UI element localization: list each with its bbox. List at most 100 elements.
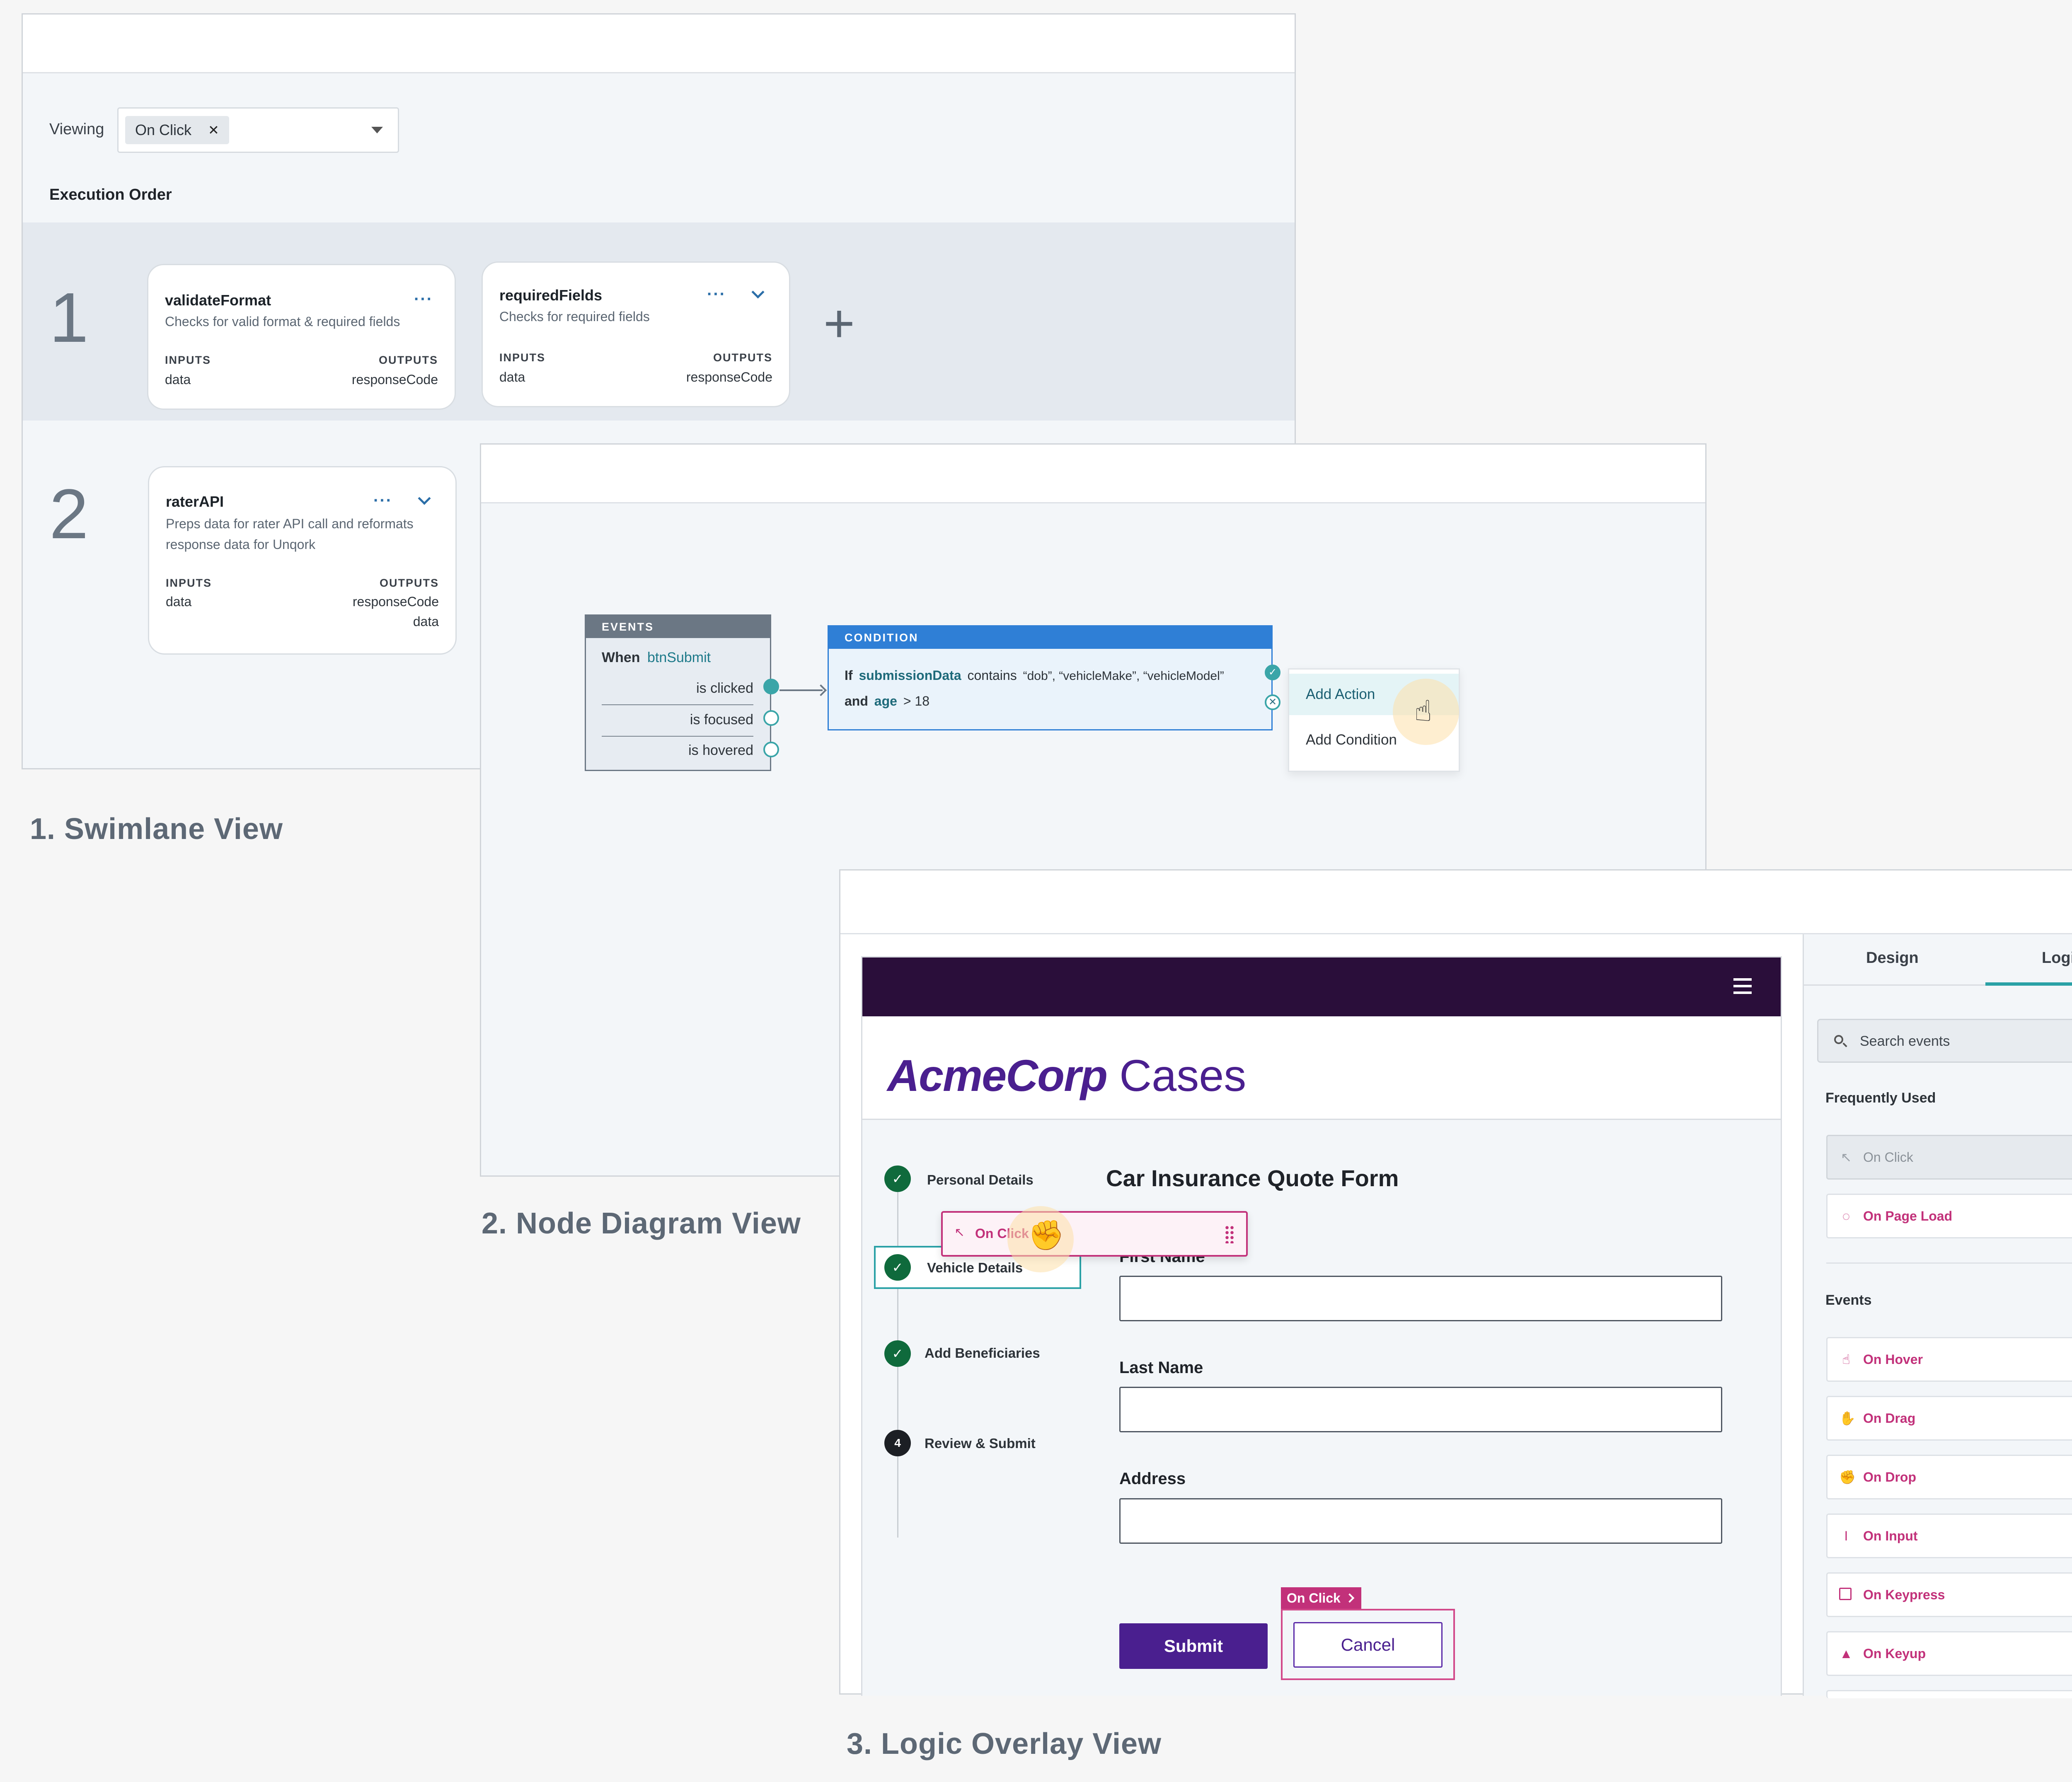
cancel-overlay-tag[interactable]: On Click [1281, 1587, 1361, 1609]
condition-line-2: and age > 18 [845, 694, 929, 709]
node-diagram-toolbar [481, 445, 1705, 503]
card-description: Checks for required fields [499, 309, 650, 324]
more-options-icon[interactable]: ··· [414, 291, 433, 307]
connector-port-focused[interactable] [763, 710, 779, 726]
app-preview: AcmeCorp Cases ✓ Personal Details ✓ Vehi… [861, 956, 1782, 1696]
step-add-beneficiaries[interactable]: Add Beneficiaries [925, 1345, 1040, 1361]
if-keyword: If [845, 668, 853, 683]
execution-order-heading: Execution Order [49, 186, 172, 203]
pointer-icon: ↖ [1840, 1150, 1852, 1165]
last-name-input[interactable] [1119, 1387, 1722, 1432]
submit-label: Submit [1164, 1636, 1223, 1656]
event-row-hovered[interactable]: is hovered [688, 742, 753, 759]
action-card-raterapi[interactable]: raterAPI ··· Preps data for rater API ca… [148, 466, 457, 655]
connector-port-clicked[interactable] [763, 679, 779, 694]
search-events-input[interactable]: Search events [1817, 1019, 2072, 1063]
search-placeholder: Search events [1860, 1033, 1950, 1049]
step-vehicle-details[interactable]: Vehicle Details [927, 1260, 1023, 1276]
action-card-validateformat[interactable]: validateFormat ··· Checks for valid form… [147, 264, 456, 410]
address-label: Address [1119, 1470, 1186, 1488]
output-value: responseCode [351, 372, 438, 387]
frequently-used-heading: Frequently Used [1825, 1090, 1936, 1106]
search-icon [1834, 1035, 1843, 1044]
when-keyword: When [602, 650, 640, 665]
event-item-label: On Page Load [1863, 1209, 1953, 1223]
hand-pointer-icon: ☝ [1414, 695, 1432, 727]
event-item-label: On Input [1863, 1528, 1918, 1543]
condition-line-1: If submissionData contains “dob”, “vehic… [845, 668, 1224, 683]
hamburger-menu-icon[interactable] [1733, 978, 1752, 994]
spinner-icon: ◌ [1842, 1209, 1850, 1223]
card-description: Checks for valid format & required field… [165, 314, 400, 329]
tab-design[interactable]: Design [1866, 949, 1919, 967]
address-input[interactable] [1119, 1498, 1722, 1544]
step-review-submit[interactable]: Review & Submit [925, 1436, 1036, 1451]
inputs-label: INPUTS [166, 577, 212, 589]
condition-comparison: > 18 [903, 694, 929, 708]
more-options-icon[interactable]: ··· [707, 286, 726, 302]
step-check-icon: ✓ [884, 1254, 911, 1281]
active-tab-indicator [1985, 982, 2072, 986]
event-item-label: On Keyup [1863, 1646, 1926, 1661]
logic-overlay-caption: 3. Logic Overlay View [847, 1727, 1162, 1760]
caret-down-icon[interactable] [371, 127, 383, 133]
event-item-on-hover[interactable]: ☝ On Hover [1826, 1337, 2072, 1382]
chevron-down-icon[interactable] [418, 492, 431, 505]
triangle-up-icon: ▲ [1840, 1646, 1853, 1661]
node-diagram-caption: 2. Node Diagram View [482, 1207, 801, 1240]
event-item-label: On Hover [1863, 1352, 1923, 1367]
output-value: data [413, 614, 439, 629]
event-row-clicked[interactable]: is clicked [696, 680, 753, 696]
submit-button[interactable]: Submit [1119, 1623, 1268, 1669]
more-options-icon[interactable]: ··· [373, 492, 392, 509]
card-description: Preps data for rater API call and reform… [166, 516, 414, 531]
dragging-on-click-chip[interactable]: ↖ On Click [941, 1211, 1248, 1257]
event-item-on-drop[interactable]: ✊ On Drop [1826, 1455, 2072, 1499]
last-name-label: Last Name [1119, 1359, 1203, 1377]
event-row-focused[interactable]: is focused [690, 712, 753, 728]
false-port-x-icon[interactable]: ✕ [1265, 694, 1280, 710]
connector-port-hovered[interactable] [763, 742, 779, 757]
condition-node-header: CONDITION [829, 626, 1271, 649]
event-item-on-keypress[interactable]: On Keypress [1826, 1572, 2072, 1617]
viewing-chip-label: On Click [135, 121, 192, 138]
events-node-header: EVENTS [586, 616, 770, 638]
event-item-on-page-load[interactable]: ◌ On Page Load [1826, 1194, 2072, 1238]
card-title: raterAPI [166, 493, 224, 510]
chip-remove-icon[interactable]: ✕ [208, 122, 219, 138]
drag-hand-icon: ✋ [1839, 1411, 1856, 1426]
events-node[interactable]: EVENTS When btnSubmit is clicked is focu… [585, 614, 779, 771]
events-when-line: When btnSubmit [602, 650, 711, 666]
cancel-button[interactable]: Cancel [1293, 1622, 1443, 1668]
action-card-requiredfields[interactable]: requiredFields ··· Checks for required f… [482, 261, 790, 407]
condition-values: “dob”, “vehicleMake”, “vehicleModel” [1023, 669, 1224, 683]
cancel-tag-label: On Click [1287, 1591, 1341, 1605]
step-personal-details[interactable]: Personal Details [927, 1172, 1034, 1188]
drop-hand-icon: ✊ [1839, 1470, 1856, 1485]
logic-panel: Design Logic Search events Frequently Us… [1803, 934, 2072, 1698]
true-port-check-icon[interactable]: ✓ [1265, 665, 1280, 680]
tab-logic[interactable]: Logic [2042, 949, 2072, 967]
input-value: data [166, 594, 192, 609]
viewing-select[interactable]: On Click ✕ [117, 107, 399, 153]
input-value: data [499, 370, 525, 384]
chevron-down-icon[interactable] [751, 285, 765, 299]
event-item-on-input[interactable]: I On Input [1826, 1514, 2072, 1558]
chevron-right-icon [1345, 1593, 1355, 1603]
event-item-on-click[interactable]: ↖ On Click [1826, 1135, 2072, 1180]
event-item-on-keyup[interactable]: ▲ On Keyup [1826, 1631, 2072, 1676]
logic-overlay-window: AcmeCorp Cases ✓ Personal Details ✓ Vehi… [839, 869, 2072, 1698]
arrow-head-icon [815, 684, 827, 696]
add-action-plus-icon[interactable]: + [823, 296, 855, 350]
card-title: requiredFields [499, 287, 603, 304]
condition-node[interactable]: CONDITION If submissionData contains “do… [828, 625, 1280, 730]
condition-operator: contains [967, 668, 1017, 683]
event-item-label: On Drop [1863, 1470, 1916, 1485]
first-name-input[interactable] [1119, 1276, 1722, 1321]
event-item-label: On Keypress [1863, 1587, 1945, 1602]
event-item-on-drag[interactable]: ✋ On Drag [1826, 1396, 2072, 1441]
menu-item-add-condition[interactable]: Add Condition [1306, 732, 1397, 748]
drag-handle-icon[interactable] [1225, 1225, 1234, 1243]
brand-header: AcmeCorp Cases [862, 1016, 1781, 1120]
step-check-icon: ✓ [884, 1165, 911, 1192]
